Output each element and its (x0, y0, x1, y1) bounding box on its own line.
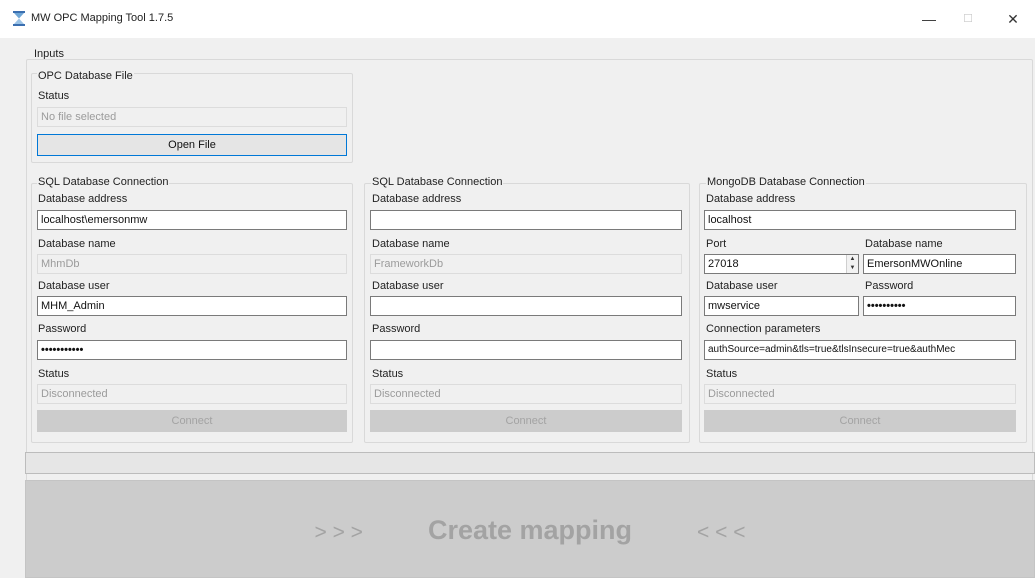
close-button[interactable]: ✕ (993, 6, 1033, 32)
mongo-status-field: Disconnected (704, 384, 1016, 404)
left-arrows: > > > (314, 521, 363, 544)
sql1-address-input[interactable]: localhost\emersonmw (37, 210, 347, 230)
mongo-port-label: Port (706, 238, 727, 250)
sql2-name-label: Database name (372, 238, 450, 250)
sql2-user-label: Database user (372, 280, 444, 292)
mongo-connect-button[interactable]: Connect (704, 410, 1016, 432)
title-bar: MW OPC Mapping Tool 1.7.5 — ☐ ✕ (0, 0, 1035, 38)
mongo-password-label: Password (865, 280, 914, 292)
create-mapping-button[interactable]: > > > Create mapping < < < (25, 480, 1035, 578)
sql2-name-field: FrameworkDb (370, 254, 682, 274)
mongo-params-input[interactable]: authSource=admin&tls=true&tlsInsecure=tr… (704, 340, 1016, 360)
spin-up-icon[interactable]: ▲ (847, 255, 858, 264)
sql1-connect-button[interactable]: Connect (37, 410, 347, 432)
sql2-address-input[interactable] (370, 210, 682, 230)
sql1-name-label: Database name (38, 238, 116, 250)
mongo-password-input[interactable]: •••••••••• (863, 296, 1016, 316)
sql2-user-input[interactable] (370, 296, 682, 316)
opc-status-label: Status (38, 90, 70, 102)
sql2-password-input[interactable] (370, 340, 682, 360)
mongo-address-label: Database address (706, 193, 796, 205)
opc-status-field: No file selected (37, 107, 347, 127)
mongo-status-label: Status (706, 368, 738, 380)
mongo-params-label: Connection parameters (706, 323, 821, 335)
sql1-name-field: MhmDb (37, 254, 347, 274)
mongo-port-input[interactable]: 27018 (704, 254, 859, 274)
sql1-password-input[interactable]: ••••••••••• (37, 340, 347, 360)
mongo-user-input[interactable]: mwservice (704, 296, 859, 316)
create-mapping-label: Create mapping (427, 515, 633, 545)
sql1-user-input[interactable]: MHM_Admin (37, 296, 347, 316)
sql2-status-label: Status (372, 368, 404, 380)
opc-group-label: OPC Database File (37, 70, 134, 82)
sql1-user-label: Database user (38, 280, 110, 292)
right-arrows: < < < (697, 521, 746, 544)
sql1-password-label: Password (38, 323, 87, 335)
sql2-group-label: SQL Database Connection (371, 176, 504, 188)
sql1-address-label: Database address (38, 193, 128, 205)
sql2-address-label: Database address (372, 193, 462, 205)
port-spin-buttons[interactable]: ▲ ▼ (846, 255, 858, 273)
maximize-button[interactable]: ☐ (948, 6, 988, 32)
sql2-status-field: Disconnected (370, 384, 682, 404)
sql2-connect-button[interactable]: Connect (370, 410, 682, 432)
sql1-group-label: SQL Database Connection (37, 176, 170, 188)
minimize-button[interactable]: — (909, 6, 949, 32)
window-title: MW OPC Mapping Tool 1.7.5 (31, 12, 174, 24)
mongo-user-label: Database user (706, 280, 778, 292)
progress-bar (25, 452, 1035, 474)
open-file-button[interactable]: Open File (37, 134, 347, 156)
mongo-name-label: Database name (865, 238, 943, 250)
mongo-address-input[interactable]: localhost (704, 210, 1016, 230)
mongo-group-label: MongoDB Database Connection (706, 176, 866, 188)
sql2-password-label: Password (372, 323, 421, 335)
sql1-status-label: Status (38, 368, 70, 380)
spin-down-icon[interactable]: ▼ (847, 264, 858, 273)
sql1-status-field: Disconnected (37, 384, 347, 404)
app-icon (13, 11, 25, 26)
mongo-name-input[interactable]: EmersonMWOnline (863, 254, 1016, 274)
